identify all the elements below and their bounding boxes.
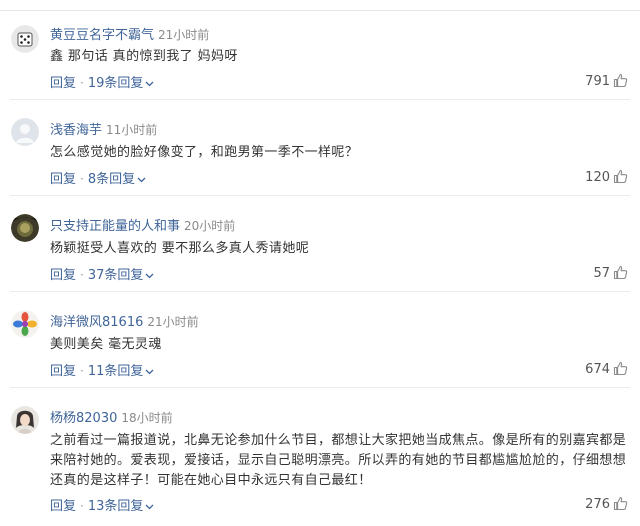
comment-list-page: 黄豆豆名字不霸气 21小时前 鑫 那句话 真的惊到我了 妈妈呀 回复 · 19条回复 …	[0, 0, 640, 526]
replies-count-label: 19条回复	[87, 76, 144, 91]
comment-time: 20小时前	[184, 219, 236, 233]
comment-header: 杨杨82030 18小时前	[50, 408, 173, 426]
comment-header: 浅香海芋 11小时前	[50, 120, 157, 138]
view-replies-link[interactable]: 8条回复	[88, 172, 146, 187]
avatar-dice-image	[11, 25, 39, 53]
like-button[interactable]: 120	[585, 169, 628, 187]
chevron-down-icon	[145, 504, 154, 509]
comment-item: 只支持正能量的人和事 20小时前 杨颖挺受人喜欢的 要不那么多真人秀请她呢 回复 ·…	[0, 196, 640, 292]
replies-count-label: 11条回复	[87, 364, 144, 379]
separator-dot: ·	[80, 268, 84, 282]
separator-dot: ·	[80, 499, 84, 513]
avatar[interactable]	[11, 25, 39, 53]
separator-dot: ·	[80, 364, 84, 378]
comment-item: 杨杨82030 18小时前 之前看过一篇报道说，北鼻无论参加什么节目，都想让大家把…	[0, 388, 640, 526]
chevron-down-icon	[145, 81, 154, 86]
reply-button[interactable]: 回复	[50, 364, 76, 379]
avatar[interactable]	[11, 310, 39, 338]
view-replies-link[interactable]: 11条回复	[88, 364, 155, 379]
reply-button[interactable]: 回复	[50, 499, 76, 514]
avatar[interactable]	[11, 406, 39, 434]
like-count: 120	[585, 170, 610, 185]
thumbs-up-icon	[613, 74, 628, 88]
like-count: 674	[585, 362, 610, 377]
reply-button[interactable]: 回复	[50, 172, 76, 187]
comment-header: 黄豆豆名字不霸气 21小时前	[50, 25, 209, 43]
chevron-down-icon	[137, 177, 146, 182]
comment-header: 海洋微风81616 21小时前	[50, 312, 199, 330]
thumbs-up-icon	[613, 170, 628, 184]
username-link[interactable]: 杨杨82030	[50, 411, 117, 426]
username-link[interactable]: 浅香海芋	[50, 123, 102, 138]
avatar-flower-image	[11, 310, 39, 338]
comment-header: 只支持正能量的人和事 20小时前	[50, 216, 235, 234]
comment-time: 21小时前	[147, 315, 199, 329]
avatar-default-image	[11, 118, 39, 146]
like-count: 57	[593, 266, 610, 281]
reply-button[interactable]: 回复	[50, 76, 76, 91]
like-button[interactable]: 57	[593, 265, 628, 283]
comment-footer: 回复 · 37条回复 57	[50, 265, 628, 283]
comment-text: 杨颖挺受人喜欢的 要不那么多真人秀请她呢	[50, 241, 310, 256]
reply-button[interactable]: 回复	[50, 268, 76, 283]
comment-footer: 回复 · 11条回复 674	[50, 361, 628, 379]
replies-count-label: 37条回复	[87, 268, 144, 283]
avatar-photo-image	[11, 406, 39, 434]
like-count: 791	[585, 74, 610, 89]
comment-item: 黄豆豆名字不霸气 21小时前 鑫 那句话 真的惊到我了 妈妈呀 回复 · 19条回复 …	[0, 0, 640, 100]
avatar-photo-image	[11, 214, 39, 242]
view-replies-link[interactable]: 37条回复	[88, 268, 155, 283]
username-link[interactable]: 海洋微风81616	[50, 315, 143, 330]
replies-count-label: 8条回复	[87, 172, 136, 187]
thumbs-up-icon	[613, 497, 628, 511]
username-link[interactable]: 黄豆豆名字不霸气	[50, 28, 154, 43]
comment-time: 11小时前	[106, 123, 158, 137]
comment-footer: 回复 · 8条回复 120	[50, 169, 628, 187]
comment-item: 浅香海芋 11小时前 怎么感觉她的脸好像变了，和跑男第一季不一样呢？ 回复 · 8条回…	[0, 100, 640, 196]
avatar[interactable]	[11, 118, 39, 146]
comment-footer: 回复 · 19条回复 791	[50, 73, 628, 91]
comment-text: 怎么感觉她的脸好像变了，和跑男第一季不一样呢？	[50, 145, 359, 160]
username-link[interactable]: 只支持正能量的人和事	[50, 219, 180, 234]
comment-text: 之前看过一篇报道说，北鼻无论参加什么节目，都想让大家把她当成焦点。像是所有的别嘉…	[50, 433, 627, 488]
separator-dot: ·	[80, 172, 84, 186]
comment-time: 21小时前	[158, 28, 210, 42]
chevron-down-icon	[145, 369, 154, 374]
chevron-down-icon	[145, 273, 154, 278]
separator-dot: ·	[80, 76, 84, 90]
comment-text: 鑫 那句话 真的惊到我了 妈妈呀	[50, 49, 238, 64]
comment-item: 海洋微风81616 21小时前 美则美矣 毫无灵魂 回复 · 11条回复 674	[0, 292, 640, 388]
view-replies-link[interactable]: 13条回复	[88, 499, 155, 514]
thumbs-up-icon	[613, 362, 628, 376]
thumbs-up-icon	[613, 266, 628, 280]
like-count: 276	[585, 497, 610, 512]
comment-text: 美则美矣 毫无灵魂	[50, 337, 162, 352]
replies-count-label: 13条回复	[87, 499, 144, 514]
avatar[interactable]	[11, 214, 39, 242]
view-replies-link[interactable]: 19条回复	[88, 76, 155, 91]
like-button[interactable]: 791	[585, 73, 628, 91]
comment-time: 18小时前	[121, 411, 173, 425]
like-button[interactable]: 674	[585, 361, 628, 379]
like-button[interactable]: 276	[585, 496, 628, 514]
comment-footer: 回复 · 13条回复 276	[50, 496, 628, 514]
